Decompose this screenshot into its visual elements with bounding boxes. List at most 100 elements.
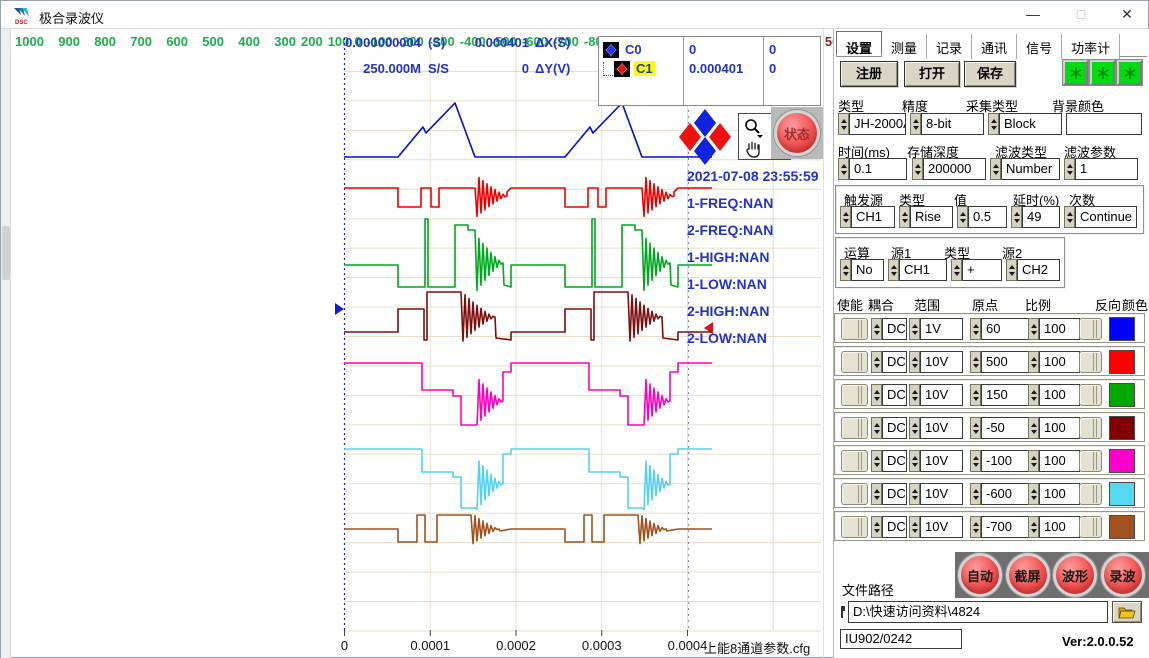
cursor-legend-table[interactable]: C000C10.0004010 bbox=[598, 36, 821, 106]
cursor-mover-control[interactable] bbox=[679, 107, 731, 167]
save-button[interactable]: 保存 bbox=[964, 61, 1016, 87]
bg-color-field[interactable] bbox=[1066, 113, 1142, 135]
cursor-row-c1[interactable]: C1 bbox=[603, 60, 655, 77]
enable-toggle[interactable] bbox=[841, 450, 868, 472]
invert-toggle[interactable] bbox=[1079, 483, 1102, 505]
source1-field[interactable]: CH1 bbox=[899, 259, 947, 281]
enable-toggle[interactable] bbox=[841, 351, 868, 373]
channel-color-swatch[interactable] bbox=[1109, 317, 1135, 341]
tab-1[interactable]: 设置 bbox=[836, 31, 882, 56]
origin-spinner[interactable] bbox=[970, 384, 981, 406]
source2-field[interactable]: CH2 bbox=[1017, 259, 1060, 281]
coupling-field[interactable]: DC bbox=[882, 318, 907, 340]
status-button[interactable]: 状态 bbox=[774, 110, 820, 156]
op-type-spinner[interactable] bbox=[951, 259, 962, 281]
coupling-spinner[interactable] bbox=[871, 384, 882, 406]
coupling-spinner[interactable] bbox=[871, 318, 882, 340]
green-led-button-2[interactable] bbox=[1090, 60, 1115, 85]
file-path-input[interactable]: D:\快速访问资料\4824 bbox=[848, 601, 1108, 623]
origin-field[interactable]: -600 bbox=[981, 483, 1031, 505]
storage-depth-field[interactable]: 200000 bbox=[923, 158, 986, 180]
filter-type-field[interactable]: Number bbox=[1001, 158, 1060, 180]
range-spinner[interactable] bbox=[909, 417, 920, 439]
device-id-field[interactable]: IU902/0242 bbox=[840, 629, 962, 649]
origin-field[interactable]: -100 bbox=[981, 450, 1031, 472]
coupling-spinner[interactable] bbox=[871, 516, 882, 538]
origin-field[interactable]: 150 bbox=[981, 384, 1031, 406]
source2-spinner[interactable] bbox=[1006, 259, 1017, 281]
range-field[interactable]: 10V bbox=[920, 450, 963, 472]
trigger-source-field[interactable]: CH1 bbox=[851, 206, 895, 228]
time-ms-spinner[interactable] bbox=[838, 158, 849, 180]
scale-field[interactable]: 100 bbox=[1039, 384, 1080, 406]
maximize-button[interactable]: □ bbox=[1059, 1, 1103, 28]
coupling-field[interactable]: DC bbox=[882, 516, 907, 538]
filter-param-field[interactable]: 1 bbox=[1075, 158, 1138, 180]
operation-field[interactable]: No bbox=[851, 259, 884, 281]
record-button-1[interactable]: 自动 bbox=[958, 553, 1002, 597]
trigger-value-spinner[interactable] bbox=[957, 206, 968, 228]
scale-field[interactable]: 100 bbox=[1039, 450, 1080, 472]
minimize-button[interactable]: — bbox=[1011, 1, 1055, 28]
invert-toggle[interactable] bbox=[1079, 516, 1102, 538]
enable-toggle[interactable] bbox=[841, 417, 868, 439]
invert-toggle[interactable] bbox=[1079, 384, 1102, 406]
tab-3[interactable]: 记录 bbox=[927, 34, 972, 59]
range-spinner[interactable] bbox=[909, 351, 920, 373]
coupling-field[interactable]: DC bbox=[882, 417, 907, 439]
op-type-field[interactable]: + bbox=[962, 259, 1002, 281]
trigger-delay-field[interactable]: 49 bbox=[1022, 206, 1060, 228]
record-button-4[interactable]: 录波 bbox=[1101, 553, 1145, 597]
close-button[interactable]: ✕ bbox=[1105, 1, 1149, 28]
trigger-type-spinner[interactable] bbox=[899, 206, 910, 228]
acq-type-spinner[interactable] bbox=[988, 113, 999, 135]
channel-color-swatch[interactable] bbox=[1109, 482, 1135, 506]
coupling-field[interactable]: DC bbox=[882, 384, 907, 406]
splitter-handle[interactable] bbox=[2, 226, 10, 280]
origin-field[interactable]: 60 bbox=[981, 318, 1031, 340]
scale-spinner[interactable] bbox=[1028, 483, 1039, 505]
range-spinner[interactable] bbox=[909, 318, 920, 340]
origin-spinner[interactable] bbox=[970, 516, 981, 538]
origin-field[interactable]: 500 bbox=[981, 351, 1031, 373]
coupling-field[interactable]: DC bbox=[882, 483, 907, 505]
time-ms-field[interactable]: 0.1 bbox=[849, 158, 907, 180]
tab-4[interactable]: 通讯 bbox=[972, 34, 1017, 59]
green-led-button-1[interactable] bbox=[1063, 60, 1088, 85]
tab-2[interactable]: 测量 bbox=[882, 34, 927, 59]
range-spinner[interactable] bbox=[909, 384, 920, 406]
range-spinner[interactable] bbox=[909, 516, 920, 538]
scale-field[interactable]: 100 bbox=[1039, 516, 1080, 538]
device-type-field[interactable]: JH-2000A bbox=[849, 113, 906, 135]
scale-spinner[interactable] bbox=[1028, 417, 1039, 439]
scale-spinner[interactable] bbox=[1028, 450, 1039, 472]
scale-field[interactable]: 100 bbox=[1039, 318, 1080, 340]
scale-field[interactable]: 100 bbox=[1039, 351, 1080, 373]
trigger-delay-spinner[interactable] bbox=[1011, 206, 1022, 228]
storage-depth-spinner[interactable] bbox=[912, 158, 923, 180]
coupling-field[interactable]: DC bbox=[882, 450, 907, 472]
scale-spinner[interactable] bbox=[1028, 351, 1039, 373]
range-field[interactable]: 10V bbox=[920, 483, 963, 505]
channel-color-swatch[interactable] bbox=[1109, 449, 1135, 473]
range-field[interactable]: 1V bbox=[920, 318, 963, 340]
scale-spinner[interactable] bbox=[1028, 318, 1039, 340]
coupling-spinner[interactable] bbox=[871, 351, 882, 373]
range-field[interactable]: 10V bbox=[920, 351, 963, 373]
channel-color-swatch[interactable] bbox=[1109, 383, 1135, 407]
origin-spinner[interactable] bbox=[970, 450, 981, 472]
enable-toggle[interactable] bbox=[841, 384, 868, 406]
trigger-count-spinner[interactable] bbox=[1064, 206, 1075, 228]
operation-spinner[interactable] bbox=[840, 259, 851, 281]
browse-folder-button[interactable] bbox=[1112, 601, 1142, 623]
origin-spinner[interactable] bbox=[970, 351, 981, 373]
enable-toggle[interactable] bbox=[841, 318, 868, 340]
record-button-2[interactable]: 截屏 bbox=[1006, 553, 1050, 597]
origin-field[interactable]: -700 bbox=[981, 516, 1031, 538]
trigger-source-spinner[interactable] bbox=[840, 206, 851, 228]
filter-type-spinner[interactable] bbox=[990, 158, 1001, 180]
origin-spinner[interactable] bbox=[970, 318, 981, 340]
coupling-field[interactable]: DC bbox=[882, 351, 907, 373]
filter-param-spinner[interactable] bbox=[1064, 158, 1075, 180]
scale-field[interactable]: 100 bbox=[1039, 417, 1080, 439]
